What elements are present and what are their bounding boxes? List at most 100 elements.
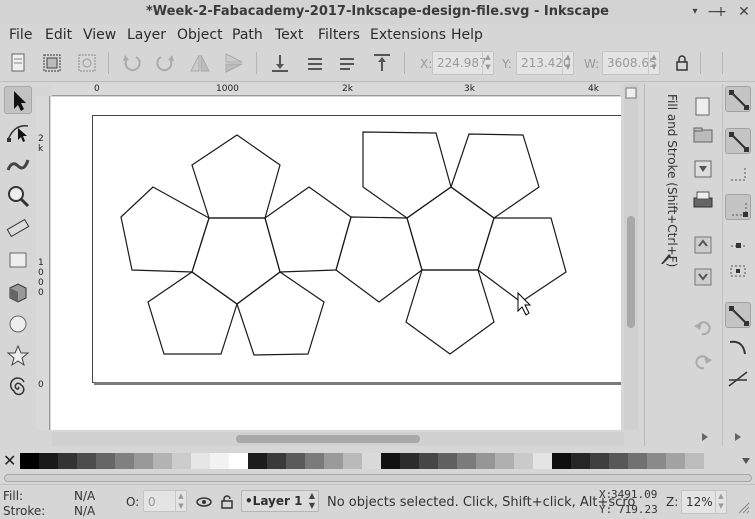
ellipse-tool-icon[interactable] bbox=[4, 310, 32, 338]
snap-bbox-corners-icon[interactable] bbox=[725, 194, 751, 220]
stroke-value[interactable]: N/A bbox=[74, 504, 95, 518]
snap-bbox-midpoints-icon[interactable] bbox=[725, 226, 751, 252]
vertical-scroll-thumb[interactable] bbox=[627, 216, 635, 328]
color-swatch[interactable] bbox=[286, 453, 305, 469]
snap-paths-icon[interactable] bbox=[725, 334, 751, 360]
color-swatch[interactable] bbox=[685, 453, 704, 469]
more-arrow-icon[interactable] bbox=[733, 432, 743, 442]
save-icon[interactable] bbox=[690, 156, 716, 182]
undo-icon[interactable] bbox=[690, 314, 716, 340]
menu-file[interactable]: File bbox=[9, 27, 32, 43]
color-swatch[interactable] bbox=[609, 453, 628, 469]
color-swatch[interactable] bbox=[39, 453, 58, 469]
menu-help[interactable]: Help bbox=[451, 27, 483, 43]
y-input[interactable]: 213.420 ▲ ▼ bbox=[516, 51, 574, 75]
fill-value[interactable]: N/A bbox=[74, 489, 95, 503]
color-swatch[interactable] bbox=[134, 453, 153, 469]
color-swatch[interactable] bbox=[400, 453, 419, 469]
dodecahedron-net[interactable] bbox=[51, 97, 621, 430]
rotate-ccw-icon[interactable] bbox=[120, 51, 144, 75]
snap-intersections-icon[interactable] bbox=[725, 366, 751, 392]
color-swatch[interactable] bbox=[457, 453, 476, 469]
lock-layer-icon[interactable] bbox=[220, 494, 234, 510]
color-swatch[interactable] bbox=[191, 453, 210, 469]
lower-icon[interactable] bbox=[302, 51, 326, 75]
flip-horizontal-icon[interactable] bbox=[188, 51, 212, 75]
color-swatch[interactable] bbox=[153, 453, 172, 469]
3d-box-tool-icon[interactable] bbox=[4, 278, 32, 306]
drawing-canvas[interactable] bbox=[51, 97, 621, 430]
zoom-tool-icon[interactable] bbox=[4, 182, 32, 210]
horizontal-scroll-thumb[interactable] bbox=[236, 435, 420, 443]
import-icon[interactable] bbox=[690, 232, 716, 258]
menu-text[interactable]: Text bbox=[275, 27, 303, 43]
export-icon[interactable] bbox=[690, 264, 716, 290]
palette-menu-icon[interactable] bbox=[740, 455, 752, 467]
resize-grip-icon[interactable] bbox=[736, 500, 750, 514]
color-swatch[interactable] bbox=[210, 453, 229, 469]
color-swatch[interactable] bbox=[533, 453, 552, 469]
color-swatch[interactable] bbox=[628, 453, 647, 469]
color-swatch[interactable] bbox=[476, 453, 495, 469]
color-swatch[interactable] bbox=[20, 453, 39, 469]
selector-tool-icon[interactable] bbox=[4, 86, 32, 114]
node-tool-icon[interactable] bbox=[4, 118, 32, 146]
select-all-icon[interactable] bbox=[6, 51, 30, 75]
menu-filters[interactable]: Filters bbox=[318, 27, 360, 43]
no-paint-swatch[interactable]: ✕ bbox=[3, 451, 16, 470]
color-swatch[interactable] bbox=[96, 453, 115, 469]
horizontal-scrollbar[interactable] bbox=[52, 432, 624, 446]
rectangle-tool-icon[interactable] bbox=[4, 246, 32, 274]
color-swatch[interactable] bbox=[324, 453, 343, 469]
layer-dropdown[interactable]: •Layer 1 ▲ ▼ bbox=[241, 490, 319, 512]
x-input[interactable]: 224.987 ▲ ▼ bbox=[432, 51, 494, 75]
close-button[interactable]: ✕ bbox=[735, 2, 753, 22]
menu-layer[interactable]: Layer bbox=[127, 27, 166, 43]
color-swatch[interactable] bbox=[438, 453, 457, 469]
star-tool-icon[interactable] bbox=[4, 342, 32, 370]
color-swatch[interactable] bbox=[419, 453, 438, 469]
color-swatch[interactable] bbox=[514, 453, 533, 469]
flip-vertical-icon[interactable] bbox=[222, 51, 246, 75]
snap-bbox-icon[interactable] bbox=[725, 128, 751, 154]
snap-nodes-icon[interactable] bbox=[725, 302, 751, 328]
measure-tool-icon[interactable] bbox=[4, 214, 32, 242]
maximize-button[interactable]: + bbox=[712, 2, 730, 22]
color-swatch[interactable] bbox=[666, 453, 685, 469]
color-swatch[interactable] bbox=[571, 453, 590, 469]
snap-bbox-centers-icon[interactable] bbox=[725, 256, 751, 282]
tweak-tool-icon[interactable] bbox=[4, 150, 32, 178]
spiral-tool-icon[interactable] bbox=[4, 374, 32, 402]
color-swatch[interactable] bbox=[77, 453, 96, 469]
print-icon[interactable] bbox=[690, 188, 716, 214]
color-swatch[interactable] bbox=[647, 453, 666, 469]
color-swatch[interactable] bbox=[381, 453, 400, 469]
toggle-zoom-icon[interactable] bbox=[624, 86, 638, 100]
palette-scrollbar[interactable] bbox=[4, 474, 752, 482]
raise-to-top-icon[interactable] bbox=[370, 51, 394, 75]
snap-bbox-edges-icon[interactable] bbox=[725, 160, 751, 186]
menu-view[interactable]: View bbox=[83, 27, 116, 43]
color-swatch[interactable] bbox=[248, 453, 267, 469]
color-swatch[interactable] bbox=[267, 453, 286, 469]
new-document-icon[interactable] bbox=[690, 94, 716, 120]
zoom-input[interactable]: 12% ▲ ▼ bbox=[681, 490, 727, 514]
fill-and-stroke-tab[interactable]: Fill and Stroke (Shift+Ctrl+F) bbox=[659, 94, 681, 344]
deselect-icon[interactable] bbox=[75, 51, 99, 75]
menu-edit[interactable]: Edit bbox=[45, 27, 72, 43]
open-icon[interactable] bbox=[690, 122, 716, 148]
menu-path[interactable]: Path bbox=[232, 27, 263, 43]
more-arrow-icon[interactable] bbox=[700, 432, 710, 442]
menu-extensions[interactable]: Extensions bbox=[370, 27, 446, 43]
color-swatch[interactable] bbox=[229, 453, 248, 469]
color-swatch[interactable] bbox=[58, 453, 77, 469]
menu-object[interactable]: Object bbox=[177, 27, 223, 43]
window-menu-button[interactable]: ▾ bbox=[686, 2, 704, 22]
opacity-input[interactable]: 0 ▲ ▼ bbox=[143, 490, 187, 512]
swatch-row[interactable] bbox=[20, 453, 704, 469]
redo-icon[interactable] bbox=[690, 348, 716, 374]
eye-icon[interactable] bbox=[196, 494, 212, 510]
color-swatch[interactable] bbox=[362, 453, 381, 469]
color-swatch[interactable] bbox=[115, 453, 134, 469]
w-input[interactable]: 3608.65 ▲ ▼ bbox=[602, 51, 660, 75]
